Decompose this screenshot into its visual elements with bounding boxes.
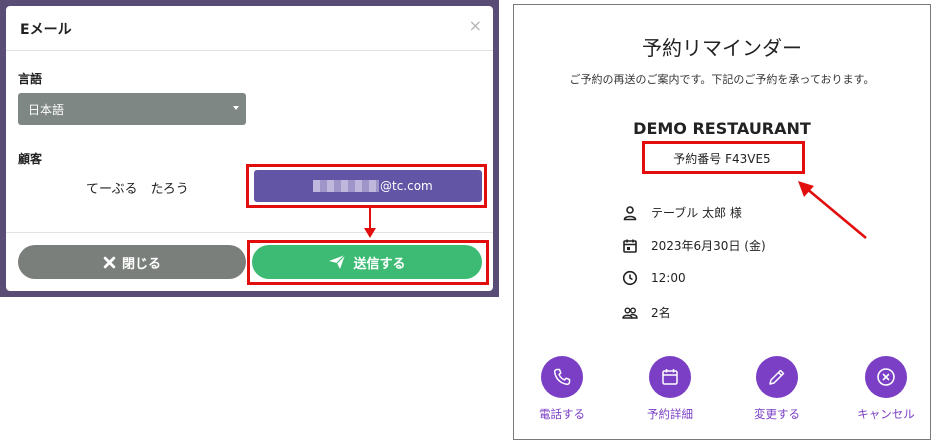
reservation-details-button[interactable]: 予約詳細 <box>635 356 705 422</box>
cancel-reservation-button[interactable]: キャンセル <box>851 356 921 422</box>
language-label: 言語 <box>18 72 43 86</box>
send-highlight-box <box>247 240 489 285</box>
details-button-label: 予約詳細 <box>647 407 693 421</box>
phone-icon <box>553 368 571 386</box>
call-button-circle[interactable] <box>541 356 583 398</box>
arrow-up-left-icon <box>798 181 867 239</box>
close-icon[interactable]: × <box>469 16 482 35</box>
reminder-subtitle: ご予約の再送のご案内です。下記のご予約を承っております。 <box>569 73 875 86</box>
detail-party-size: 2名 <box>622 304 671 321</box>
modal-title: Eメール <box>20 22 72 38</box>
detail-time: 12:00 <box>622 270 686 286</box>
calendar-icon <box>662 369 678 385</box>
people-icon <box>622 307 638 319</box>
detail-guest-name: テーブル 太郎 様 <box>622 204 742 221</box>
customer-name: てーぶる たろう <box>86 182 189 197</box>
reservation-number-highlight-box <box>642 141 805 174</box>
language-select-value: 日本語 <box>28 103 65 117</box>
detail-text: 12:00 <box>651 271 686 285</box>
close-button[interactable]: 閉じる <box>18 245 246 279</box>
pencil-icon <box>769 369 785 385</box>
modal-header: Eメール × <box>6 6 493 51</box>
email-highlight-box <box>246 164 487 208</box>
calendar-icon <box>623 239 637 253</box>
detail-text: 2名 <box>651 306 671 320</box>
modify-button[interactable]: 変更する <box>742 356 812 422</box>
restaurant-name: DEMO RESTAURANT <box>633 119 811 138</box>
chevron-down-icon <box>233 106 239 110</box>
detail-text: テーブル 太郎 様 <box>651 206 742 220</box>
customer-label: 顧客 <box>18 152 43 166</box>
close-button-label: 閉じる <box>121 256 161 272</box>
modify-button-label: 変更する <box>754 407 800 421</box>
x-icon <box>103 256 116 268</box>
cancel-button-label: キャンセル <box>857 407 915 421</box>
person-icon <box>623 205 637 220</box>
detail-text: 2023年6月30日 (金) <box>651 239 766 253</box>
call-button-label: 電話する <box>539 407 585 421</box>
details-button-circle[interactable] <box>649 356 691 398</box>
clock-icon <box>622 270 638 286</box>
arrow-down-icon <box>364 228 376 238</box>
call-button[interactable]: 電話する <box>527 356 597 422</box>
cancel-icon <box>877 368 895 386</box>
reminder-title: 予約リマインダー <box>642 36 802 60</box>
modify-button-circle[interactable] <box>756 356 798 398</box>
cancel-button-circle[interactable] <box>865 356 907 398</box>
language-select[interactable]: 日本語 <box>18 93 246 125</box>
detail-date: 2023年6月30日 (金) <box>622 237 766 254</box>
annotation-arrow-line <box>369 208 371 230</box>
